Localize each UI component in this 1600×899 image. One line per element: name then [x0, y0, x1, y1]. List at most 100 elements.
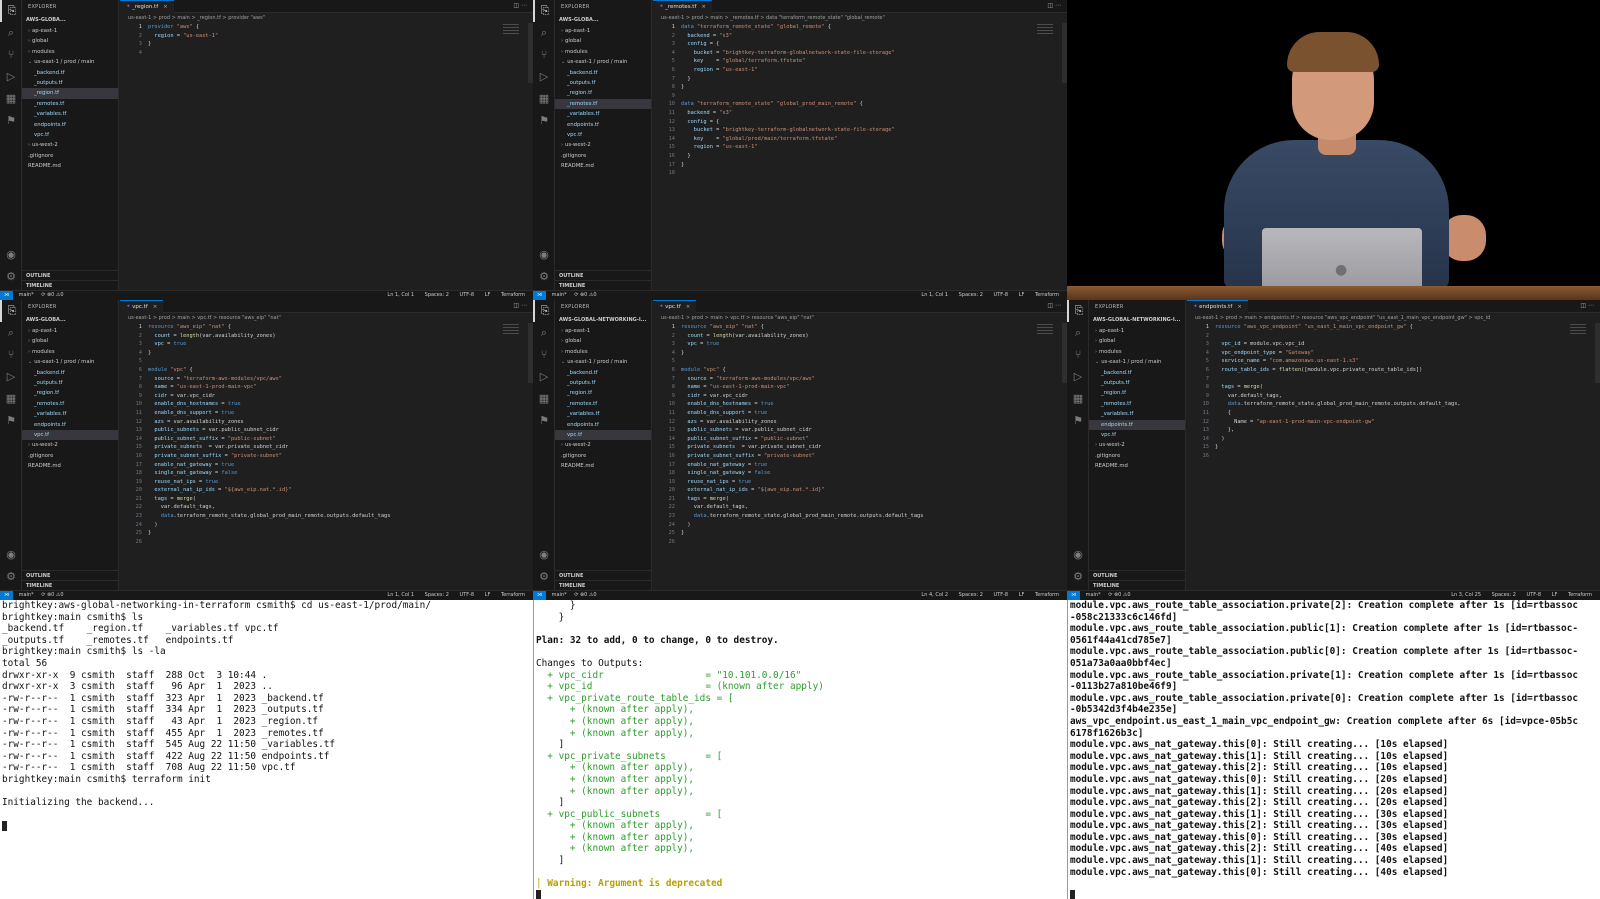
workspace-root[interactable]: AWS-GLOBAL-NETWORKING-I...	[555, 314, 651, 326]
split-editor-icon[interactable]: ◫ ⋯	[513, 302, 527, 309]
gear-icon[interactable]: ⚙	[533, 566, 555, 588]
timeline-section[interactable]: TIMELINE	[1089, 580, 1185, 590]
close-icon[interactable]: ×	[163, 4, 168, 10]
source-control-icon[interactable]: ⑂	[533, 344, 555, 366]
remote-indicator-icon[interactable]: ⋊	[533, 591, 546, 600]
scrollbar[interactable]	[1595, 323, 1600, 383]
tree-item[interactable]: README.md	[555, 161, 651, 171]
tree-item[interactable]: › global	[555, 36, 651, 46]
tree-item[interactable]: › global	[1089, 336, 1185, 346]
search-icon[interactable]: ⌕	[0, 322, 22, 344]
indentation[interactable]: Spaces: 2	[425, 592, 449, 598]
line-ending[interactable]: LF	[485, 592, 491, 598]
tree-item[interactable]: _remotes.tf	[1089, 399, 1185, 409]
tree-item[interactable]: ⌄ us-east-1 / prod / main	[22, 357, 118, 367]
language-mode[interactable]: Terraform	[1568, 592, 1592, 598]
tree-item[interactable]: endpoints.tf	[555, 420, 651, 430]
extensions-icon[interactable]: ▦	[0, 388, 22, 410]
tree-item[interactable]: README.md	[555, 461, 651, 471]
terraform-icon[interactable]: ⚑	[1067, 410, 1089, 432]
language-mode[interactable]: Terraform	[1035, 292, 1059, 298]
language-mode[interactable]: Terraform	[501, 292, 525, 298]
tree-item[interactable]: _variables.tf	[555, 409, 651, 419]
tree-item[interactable]: ⌄ us-east-1 / prod / main	[1089, 357, 1185, 367]
cursor-position[interactable]: Ln 1, Col 1	[387, 292, 414, 298]
sync-status[interactable]: ⟳ ⊗0 ⚠0	[574, 592, 596, 598]
line-ending[interactable]: LF	[485, 292, 491, 298]
tree-item[interactable]: ⌄ us-east-1 / prod / main	[555, 57, 651, 67]
tree-item[interactable]: vpc.tf	[1089, 430, 1185, 440]
sync-status[interactable]: ⟳ ⊗0 ⚠0	[1108, 592, 1130, 598]
tree-item[interactable]: endpoints.tf	[555, 120, 651, 130]
outline-section[interactable]: OUTLINE	[22, 570, 118, 580]
tree-item[interactable]: endpoints.tf	[1089, 419, 1185, 430]
terminal-right[interactable]: module.vpc.aws_route_table_association.p…	[1067, 600, 1600, 899]
branch-indicator[interactable]: main*	[19, 292, 34, 298]
extensions-icon[interactable]: ▦	[0, 88, 22, 110]
gear-icon[interactable]: ⚙	[533, 266, 555, 288]
close-icon[interactable]: ×	[153, 304, 158, 310]
remote-indicator-icon[interactable]: ⋊	[0, 291, 13, 300]
breadcrumb[interactable]: us-east-1 > prod > main > vpc.tf > resou…	[653, 313, 1067, 323]
editor-tab[interactable]: ⯇ vpc.tf ×	[653, 300, 697, 313]
source-control-icon[interactable]: ⑂	[0, 344, 22, 366]
tree-item[interactable]: _variables.tf	[1089, 409, 1185, 419]
tree-item[interactable]: .gitignore	[555, 151, 651, 161]
tree-item[interactable]: _variables.tf	[555, 109, 651, 119]
branch-indicator[interactable]: main*	[552, 592, 567, 598]
gear-icon[interactable]: ⚙	[0, 266, 22, 288]
editor-tab[interactable]: ⯇ _region.tf ×	[120, 0, 174, 13]
tree-item[interactable]: › modules	[22, 347, 118, 357]
account-icon[interactable]: ◉	[0, 244, 22, 266]
search-icon[interactable]: ⌕	[0, 22, 22, 44]
tree-item[interactable]: _backend.tf	[555, 368, 651, 378]
tree-item[interactable]: › modules	[555, 347, 651, 357]
line-ending[interactable]: LF	[1019, 292, 1025, 298]
editor[interactable]: ⯇ endpoints.tf × ◫ ⋯ us-east-1 > prod > m…	[1187, 300, 1600, 590]
tree-item[interactable]: _region.tf	[22, 388, 118, 398]
code-area[interactable]: 1 resource "aws_vpc_endpoint" "us_east_1_…	[1187, 323, 1600, 461]
outline-section[interactable]: OUTLINE	[22, 270, 118, 280]
close-icon[interactable]: ×	[686, 304, 691, 310]
tree-item[interactable]: › modules	[22, 47, 118, 57]
run-debug-icon[interactable]: ▷	[1067, 366, 1089, 388]
minimap[interactable]	[503, 324, 519, 336]
workspace-root[interactable]: AWS-GLOBAL-NETWORKING-I...	[1089, 314, 1185, 326]
encoding[interactable]: UTF-8	[994, 292, 1009, 298]
editor-tab[interactable]: ⯇ _remotes.tf ×	[653, 0, 713, 13]
search-icon[interactable]: ⌕	[533, 322, 555, 344]
language-mode[interactable]: Terraform	[1035, 592, 1059, 598]
line-ending[interactable]: LF	[1019, 592, 1025, 598]
editor-tab[interactable]: ⯇ vpc.tf ×	[120, 300, 164, 313]
editor[interactable]: ⯇ vpc.tf × ◫ ⋯ us-east-1 > prod > main > …	[653, 300, 1067, 590]
tree-item[interactable]: .gitignore	[22, 151, 118, 161]
tree-item[interactable]: _region.tf	[1089, 388, 1185, 398]
gear-icon[interactable]: ⚙	[1067, 566, 1089, 588]
explorer-icon[interactable]: ⎘	[533, 0, 555, 22]
tree-item[interactable]: README.md	[22, 461, 118, 471]
tree-item[interactable]: .gitignore	[22, 451, 118, 461]
split-editor-icon[interactable]: ◫ ⋯	[1047, 2, 1061, 9]
account-icon[interactable]: ◉	[533, 544, 555, 566]
tree-item[interactable]: _backend.tf	[22, 368, 118, 378]
workspace-root[interactable]: AWS-GLOBA...	[22, 314, 118, 326]
breadcrumb[interactable]: us-east-1 > prod > main > _remotes.tf > …	[653, 13, 1067, 23]
tree-item[interactable]: README.md	[1089, 461, 1185, 471]
split-editor-icon[interactable]: ◫ ⋯	[1047, 302, 1061, 309]
indentation[interactable]: Spaces: 2	[425, 292, 449, 298]
tree-item[interactable]: .gitignore	[1089, 451, 1185, 461]
timeline-section[interactable]: TIMELINE	[555, 580, 651, 590]
timeline-section[interactable]: TIMELINE	[22, 580, 118, 590]
indentation[interactable]: Spaces: 2	[1492, 592, 1516, 598]
timeline-section[interactable]: TIMELINE	[555, 280, 651, 290]
tree-item[interactable]: endpoints.tf	[22, 120, 118, 130]
line-ending[interactable]: LF	[1552, 592, 1558, 598]
tree-item[interactable]: _region.tf	[555, 388, 651, 398]
source-control-icon[interactable]: ⑂	[533, 44, 555, 66]
tree-item[interactable]: › ap-east-1	[22, 326, 118, 336]
cursor-position[interactable]: Ln 1, Col 1	[921, 292, 948, 298]
tree-item[interactable]: › modules	[1089, 347, 1185, 357]
explorer-icon[interactable]: ⎘	[1067, 300, 1089, 322]
tree-item[interactable]: › ap-east-1	[1089, 326, 1185, 336]
terraform-icon[interactable]: ⚑	[533, 410, 555, 432]
